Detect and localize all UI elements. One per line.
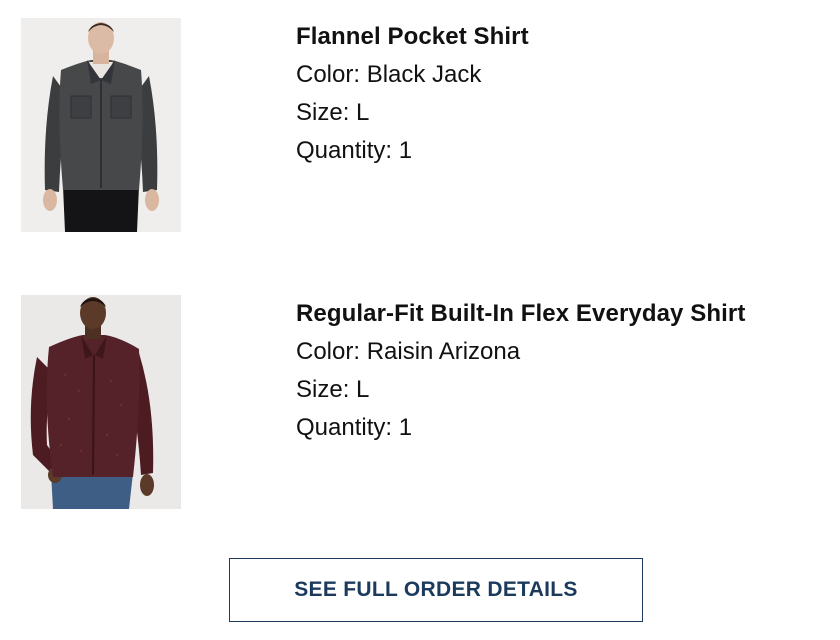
order-item: Regular-Fit Built-In Flex Everyday Shirt…: [21, 295, 821, 509]
see-full-order-details-button[interactable]: SEE FULL ORDER DETAILS: [229, 558, 643, 622]
product-details: Flannel Pocket Shirt Color: Black Jack S…: [296, 18, 529, 175]
order-item: Flannel Pocket Shirt Color: Black Jack S…: [21, 18, 821, 232]
everyday-shirt-photo: [21, 295, 181, 509]
product-quantity: Quantity: 1: [296, 414, 413, 441]
product-color: Color: Raisin Arizona: [296, 338, 521, 365]
product-size: Size: L: [296, 376, 370, 403]
see-full-order-details-label: SEE FULL ORDER DETAILS: [294, 578, 578, 601]
product-quantity: Quantity: 1: [296, 137, 413, 164]
product-size: Size: L: [296, 99, 370, 126]
product-details: Regular-Fit Built-In Flex Everyday Shirt…: [296, 295, 745, 452]
product-color: Color: Black Jack: [296, 61, 482, 88]
product-name[interactable]: Regular-Fit Built-In Flex Everyday Shirt: [296, 300, 745, 328]
product-image[interactable]: [21, 18, 181, 232]
product-image[interactable]: [21, 295, 181, 509]
product-name[interactable]: Flannel Pocket Shirt: [296, 23, 529, 51]
flannel-shirt-photo: [21, 18, 181, 232]
